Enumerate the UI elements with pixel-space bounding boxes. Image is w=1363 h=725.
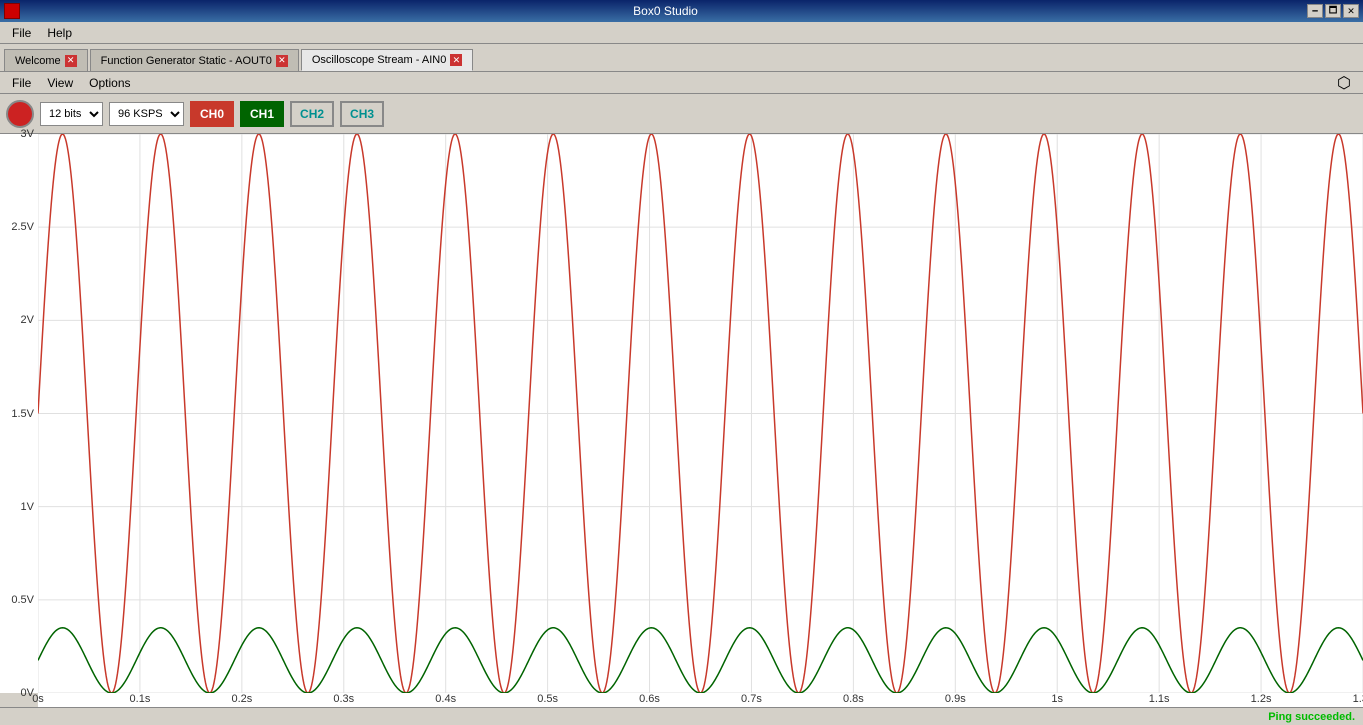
tab-oscilloscope-label: Oscilloscope Stream - AIN0 bbox=[312, 54, 447, 66]
tab-oscilloscope-close[interactable]: ✕ bbox=[450, 54, 462, 66]
tab-function-generator[interactable]: Function Generator Static - AOUT0 ✕ bbox=[90, 49, 299, 71]
chart-svg-container bbox=[38, 134, 1363, 693]
ch2-button[interactable]: CH2 bbox=[290, 101, 334, 127]
status-bar: Ping succeeded. bbox=[0, 707, 1363, 725]
x-label-0.4s: 0.4s bbox=[435, 693, 456, 705]
x-label-0.2s: 0.2s bbox=[231, 693, 252, 705]
x-label-1.2s: 1.2s bbox=[1251, 693, 1272, 705]
ch1-button[interactable]: CH1 bbox=[240, 101, 284, 127]
chart-area: 3V2.5V2V1.5V1V0.5V0V bbox=[0, 134, 1363, 693]
tab-function-generator-close[interactable]: ✕ bbox=[276, 55, 288, 67]
tab-bar: Welcome ✕ Function Generator Static - AO… bbox=[0, 44, 1363, 72]
y-axis: 3V2.5V2V1.5V1V0.5V0V bbox=[0, 134, 38, 693]
x-label-1s: 1s bbox=[1051, 693, 1063, 705]
tab-function-generator-label: Function Generator Static - AOUT0 bbox=[101, 55, 272, 67]
titlebar: Box0 Studio 🗕 🗖 ✕ bbox=[0, 0, 1363, 22]
oscilloscope-chart bbox=[38, 134, 1363, 693]
x-label-1.1s: 1.1s bbox=[1149, 693, 1170, 705]
titlebar-icon bbox=[4, 3, 20, 19]
close-button[interactable]: ✕ bbox=[1343, 4, 1359, 18]
y-label-2.5V: 2.5V bbox=[11, 221, 34, 233]
minimize-button[interactable]: 🗕 bbox=[1307, 4, 1323, 18]
y-label-0.5V: 0.5V bbox=[11, 594, 34, 606]
tab-welcome-close[interactable]: ✕ bbox=[65, 55, 77, 67]
menu-help[interactable]: Help bbox=[39, 24, 80, 42]
x-label-1.3s: 1.3s bbox=[1353, 693, 1363, 705]
menu-file[interactable]: File bbox=[4, 24, 39, 42]
x-label-0.6s: 0.6s bbox=[639, 693, 660, 705]
x-label-0.7s: 0.7s bbox=[741, 693, 762, 705]
popout-icon[interactable]: ⬡ bbox=[1337, 73, 1359, 93]
x-label-0.9s: 0.9s bbox=[945, 693, 966, 705]
record-button[interactable] bbox=[6, 100, 34, 128]
tab-oscilloscope[interactable]: Oscilloscope Stream - AIN0 ✕ bbox=[301, 49, 474, 71]
secondary-menubar: File View Options ⬡ bbox=[0, 72, 1363, 94]
chart-wrapper: 3V2.5V2V1.5V1V0.5V0V 0s0.1s0.2s0.3s0.4s0… bbox=[0, 134, 1363, 707]
x-label-0.5s: 0.5s bbox=[537, 693, 558, 705]
bits-select[interactable]: 12 bits 10 bits 8 bits bbox=[40, 102, 103, 126]
y-label-2V: 2V bbox=[21, 314, 34, 326]
x-label-0.3s: 0.3s bbox=[333, 693, 354, 705]
titlebar-title: Box0 Studio bbox=[24, 4, 1307, 18]
tab-welcome-label: Welcome bbox=[15, 55, 61, 67]
ch1-waveform bbox=[38, 628, 1363, 693]
ksps-select[interactable]: 96 KSPS 48 KSPS 24 KSPS bbox=[109, 102, 184, 126]
ch3-button[interactable]: CH3 bbox=[340, 101, 384, 127]
menu2-options[interactable]: Options bbox=[81, 74, 138, 92]
restore-button[interactable]: 🗖 bbox=[1325, 4, 1341, 18]
titlebar-controls[interactable]: 🗕 🗖 ✕ bbox=[1307, 4, 1363, 18]
tab-welcome[interactable]: Welcome ✕ bbox=[4, 49, 88, 71]
y-label-1.5V: 1.5V bbox=[11, 408, 34, 420]
menu2-file[interactable]: File bbox=[4, 74, 39, 92]
titlebar-left bbox=[0, 3, 24, 19]
x-label-0s: 0s bbox=[32, 693, 44, 705]
menu2-view[interactable]: View bbox=[39, 74, 81, 92]
ch0-button[interactable]: CH0 bbox=[190, 101, 234, 127]
ping-status: Ping succeeded. bbox=[1268, 711, 1355, 723]
x-axis: 0s0.1s0.2s0.3s0.4s0.5s0.6s0.7s0.8s0.9s1s… bbox=[38, 693, 1363, 707]
x-label-0.1s: 0.1s bbox=[130, 693, 151, 705]
x-label-0.8s: 0.8s bbox=[843, 693, 864, 705]
y-label-3V: 3V bbox=[21, 128, 34, 140]
top-menubar: File Help bbox=[0, 22, 1363, 44]
toolbar: 12 bits 10 bits 8 bits 96 KSPS 48 KSPS 2… bbox=[0, 94, 1363, 134]
y-label-1V: 1V bbox=[21, 501, 34, 513]
